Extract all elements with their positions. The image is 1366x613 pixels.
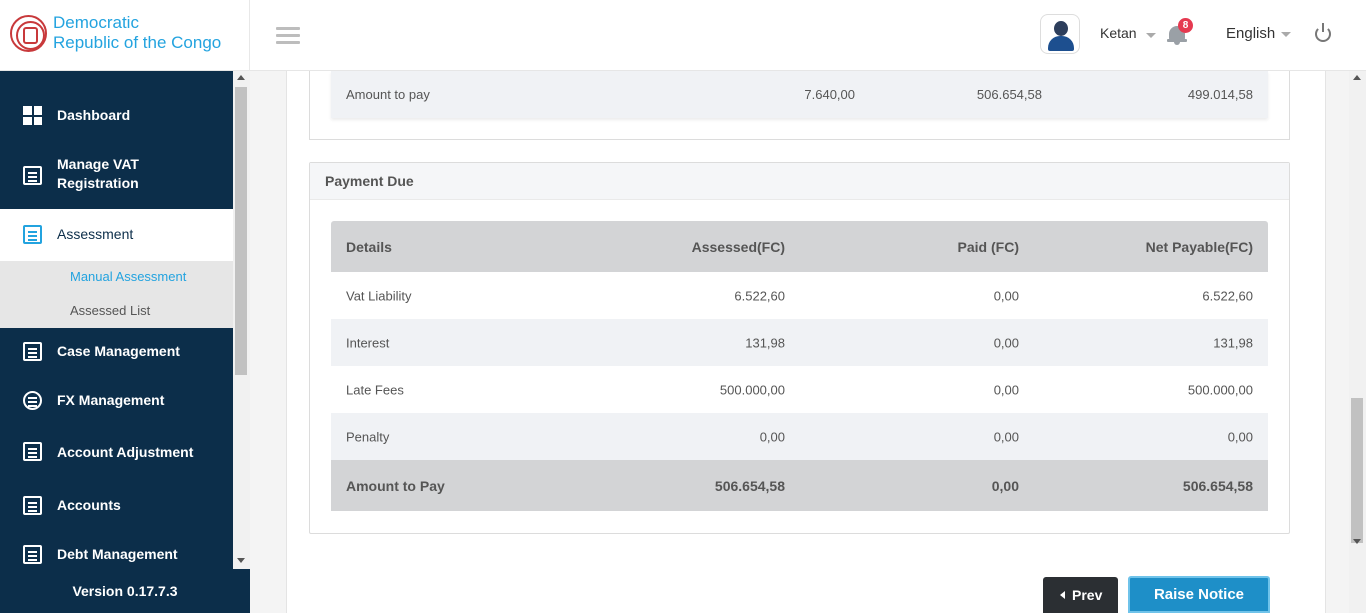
amount-to-pay-row: Amount to pay 7.640,00 506.654,58 499.01… — [331, 71, 1268, 118]
cell-details: Penalty — [346, 429, 390, 444]
scroll-up-icon[interactable] — [237, 75, 245, 80]
scroll-up-icon[interactable] — [1353, 75, 1361, 80]
receipt-icon — [23, 496, 42, 515]
cell-details: Late Fees — [346, 382, 404, 397]
amount-to-pay-value-1: 7.640,00 — [804, 87, 855, 102]
sidebar-item-debt-management[interactable]: Debt Management — [0, 544, 233, 566]
brand-line-1: Democratic — [53, 13, 139, 32]
language-chevron-down-icon[interactable] — [1281, 32, 1291, 37]
amount-to-pay-value-2: 506.654,58 — [976, 87, 1042, 102]
menu-toggle-icon[interactable] — [276, 27, 300, 45]
scrollbar-thumb[interactable] — [1351, 398, 1363, 543]
sidebar: Dashboard Manage VAT Registration Assess… — [0, 71, 250, 613]
avatar[interactable] — [1040, 14, 1080, 54]
brand-name: Democratic Republic of the Congo — [53, 13, 248, 53]
currency-exchange-icon — [23, 391, 42, 410]
column-header-net-payable: Net Payable(FC) — [1145, 238, 1253, 255]
sidebar-item-label: Assessment — [57, 226, 134, 242]
prev-button-label: Prev — [1072, 587, 1103, 603]
amount-to-pay-value-3: 499.014,58 — [1187, 87, 1253, 102]
cell-paid: 0,00 — [993, 288, 1019, 303]
scrollbar-thumb[interactable] — [235, 87, 247, 375]
app-version: Version 0.17.7.3 — [0, 569, 250, 613]
sidebar-item-account-adjustment[interactable]: Account Adjustment — [0, 441, 233, 465]
submenu-item-manual-assessment[interactable]: Manual Assessment — [70, 269, 186, 284]
brand-line-2: Republic of the Congo — [53, 33, 222, 52]
cell-paid: 0,00 — [993, 335, 1019, 350]
column-header-assessed: Assessed(FC) — [691, 238, 785, 255]
cell-assessed: 131,98 — [745, 335, 785, 350]
cell-net-payable: 0,00 — [1227, 429, 1253, 444]
clipboard-icon — [23, 166, 42, 185]
power-icon[interactable] — [1315, 23, 1331, 42]
total-label: Amount to Pay — [346, 477, 445, 494]
total-assessed: 506.654,58 — [714, 477, 785, 494]
sidebar-item-label: Account Adjustment — [57, 444, 194, 460]
main-scrollbar[interactable] — [1349, 71, 1366, 613]
assessment-submenu: Manual Assessment Assessed List — [0, 261, 233, 328]
folder-icon — [23, 342, 42, 361]
user-chevron-down-icon[interactable] — [1146, 33, 1156, 38]
payment-due-table: Details Assessed(FC) Paid (FC) Net Payab… — [331, 221, 1268, 511]
table-total-row: Amount to Pay 506.654,58 0,00 506.654,58 — [331, 460, 1268, 511]
sidebar-item-label: Dashboard — [57, 107, 131, 123]
sidebar-item-label: Case Management — [57, 343, 180, 359]
language-selector[interactable]: English — [1226, 25, 1275, 42]
sidebar-item-label: Manage VAT — [57, 156, 139, 172]
sidebar-item-assessment[interactable]: Assessment — [0, 209, 233, 261]
cell-net-payable: 500.000,00 — [1187, 382, 1253, 397]
sidebar-item-dashboard[interactable]: Dashboard — [0, 101, 233, 131]
sidebar-item-manage-vat-registration[interactable]: Manage VAT Registration — [0, 151, 233, 199]
sidebar-item-label: Debt Management — [57, 546, 178, 562]
cell-details: Interest — [346, 335, 390, 350]
calculator-icon — [23, 442, 42, 461]
amount-to-pay-label: Amount to pay — [346, 87, 430, 102]
table-row: Vat Liability 6.522,60 0,00 6.522,60 — [331, 272, 1268, 319]
scroll-down-icon[interactable] — [1353, 539, 1361, 544]
prev-button[interactable]: Prev — [1043, 577, 1118, 613]
sidebar-item-label: Registration — [57, 175, 139, 191]
column-header-paid: Paid (FC) — [957, 238, 1019, 255]
column-header-details: Details — [346, 238, 392, 255]
cell-assessed: 6.522,60 — [734, 288, 785, 303]
payment-due-title: Payment Due — [310, 163, 1289, 200]
table-row: Interest 131,98 0,00 131,98 — [331, 319, 1268, 366]
sidebar-item-case-management[interactable]: Case Management — [0, 341, 233, 363]
scroll-down-icon[interactable] — [237, 558, 245, 563]
notification-badge: 8 — [1178, 18, 1193, 33]
cell-assessed: 500.000,00 — [719, 382, 785, 397]
cell-net-payable: 131,98 — [1213, 335, 1253, 350]
cell-details: Vat Liability — [346, 288, 412, 303]
caret-left-icon — [1060, 591, 1065, 599]
cell-assessed: 0,00 — [759, 429, 785, 444]
table-header-row: Details Assessed(FC) Paid (FC) Net Payab… — [331, 221, 1268, 272]
cell-paid: 0,00 — [993, 429, 1019, 444]
total-net-payable: 506.654,58 — [1182, 477, 1253, 494]
cell-paid: 0,00 — [993, 382, 1019, 397]
sidebar-item-accounts[interactable]: Accounts — [0, 495, 233, 517]
logo-emblem-icon — [10, 15, 47, 52]
brand[interactable]: Democratic Republic of the Congo — [0, 0, 250, 71]
document-search-icon — [23, 225, 42, 244]
raise-notice-button[interactable]: Raise Notice — [1128, 576, 1270, 613]
total-paid: 0,00 — [991, 477, 1019, 494]
dashboard-icon — [23, 106, 42, 125]
username[interactable]: Ketan — [1100, 25, 1137, 41]
sidebar-item-fx-management[interactable]: FX Management — [0, 390, 233, 412]
debt-icon — [23, 545, 42, 564]
top-header: Democratic Republic of the Congo Ketan 8… — [0, 0, 1366, 71]
submenu-item-assessed-list[interactable]: Assessed List — [70, 303, 150, 318]
sidebar-item-label: FX Management — [57, 392, 165, 408]
sidebar-item-label: Accounts — [57, 497, 121, 513]
cell-net-payable: 6.522,60 — [1202, 288, 1253, 303]
sidebar-scrollbar[interactable] — [233, 71, 250, 569]
table-row: Late Fees 500.000,00 0,00 500.000,00 — [331, 366, 1268, 413]
table-row: Penalty 0,00 0,00 0,00 — [331, 413, 1268, 460]
